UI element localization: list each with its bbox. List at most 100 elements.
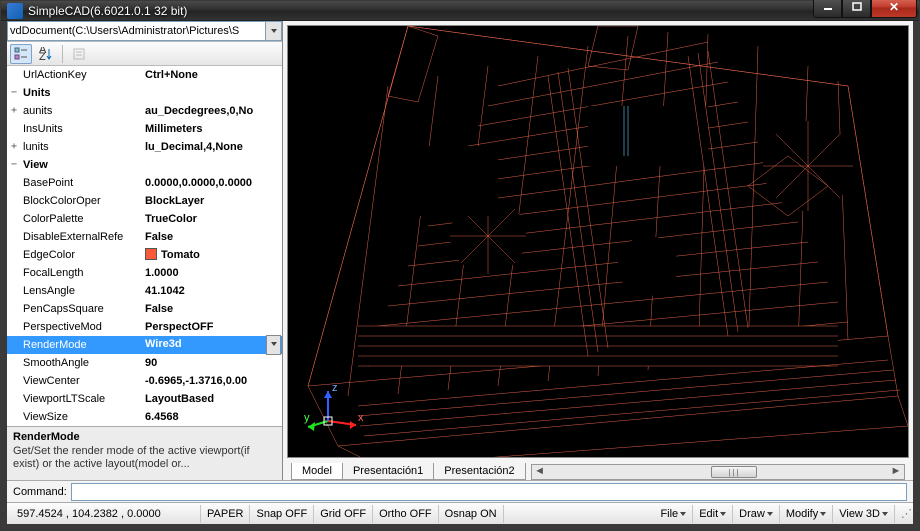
menu-file[interactable]: File: [654, 505, 693, 523]
menu-modify[interactable]: Modify: [780, 505, 833, 523]
property-value[interactable]: au_Decdegrees,0,No: [143, 102, 282, 120]
property-name: ColorPalette: [21, 210, 143, 228]
resize-grip-icon[interactable]: ⋰: [895, 505, 909, 523]
property-name: EdgeColor: [21, 246, 143, 264]
property-help: RenderMode Get/Set the render mode of th…: [7, 426, 282, 480]
property-name: lunits: [21, 138, 143, 156]
property-value[interactable]: -0.6965,-1.3716,0.00: [143, 372, 282, 390]
expand-toggle-icon[interactable]: −: [7, 84, 21, 102]
menu-view3d[interactable]: View 3D: [833, 505, 895, 523]
property-name: PenCapsSquare: [21, 300, 143, 318]
menu-label: Edit: [699, 505, 718, 523]
property-value[interactable]: 90: [143, 354, 282, 372]
app-icon: [7, 3, 23, 19]
property-row[interactable]: BlockColorOperBlockLayer: [7, 192, 282, 210]
title-bar[interactable]: SimpleCAD(6.6021.0.1 32 bit) ✕: [1, 1, 919, 21]
expand-toggle-icon[interactable]: −: [7, 156, 21, 174]
property-row[interactable]: DisableExternalRefeFalse: [7, 228, 282, 246]
status-bar: 597.4524 , 104.2382 , 0.0000 PAPERSnap O…: [7, 502, 913, 524]
property-value[interactable]: 41.1042: [143, 282, 282, 300]
property-row[interactable]: ViewSize6.4568: [7, 408, 282, 426]
status-toggle[interactable]: Snap OFF: [250, 505, 314, 523]
status-toggle[interactable]: Grid OFF: [314, 505, 373, 523]
property-row[interactable]: +aunitsau_Decdegrees,0,No: [7, 102, 282, 120]
expand-toggle-icon[interactable]: +: [7, 102, 21, 120]
property-name: View: [21, 156, 143, 174]
menu-edit[interactable]: Edit: [693, 505, 733, 523]
property-value[interactable]: Wire3d: [143, 335, 282, 355]
command-label: Command:: [13, 486, 67, 498]
axis-triad-icon: x y z: [304, 381, 364, 441]
menu-label: File: [660, 505, 678, 523]
property-row[interactable]: −View: [7, 156, 282, 174]
property-name: LensAngle: [21, 282, 143, 300]
menu-label: Draw: [739, 505, 765, 523]
property-row[interactable]: −Units: [7, 84, 282, 102]
property-grid[interactable]: UrlActionKeyCtrl+None−Units+aunitsau_Dec…: [7, 66, 282, 426]
property-row[interactable]: ViewportLTScaleLayoutBased: [7, 390, 282, 408]
layout-tab[interactable]: Presentación1: [342, 463, 434, 480]
property-row[interactable]: ColorPaletteTrueColor: [7, 210, 282, 228]
property-row[interactable]: LensAngle41.1042: [7, 282, 282, 300]
status-toggle[interactable]: Osnap ON: [439, 505, 504, 523]
property-row[interactable]: UrlActionKeyCtrl+None: [7, 66, 282, 84]
svg-text:x: x: [358, 412, 364, 424]
layout-tab[interactable]: Model: [291, 463, 343, 480]
property-value[interactable]: 0.0000,0.0000,0.0000: [143, 174, 282, 192]
property-row[interactable]: ViewCenter-0.6965,-1.3716,0.00: [7, 372, 282, 390]
document-selector[interactable]: [7, 21, 282, 42]
property-row[interactable]: PerspectiveModPerspectOFF: [7, 318, 282, 336]
alphabetical-button[interactable]: AZ: [35, 44, 57, 64]
property-value[interactable]: Tomato: [143, 246, 282, 264]
property-row[interactable]: InsUnitsMillimeters: [7, 120, 282, 138]
command-line: Command:: [7, 480, 913, 502]
dropdown-icon[interactable]: [266, 335, 281, 355]
property-value[interactable]: 1.0000: [143, 264, 282, 282]
property-value[interactable]: lu_Decimal,4,None: [143, 138, 282, 156]
status-toggle[interactable]: PAPER: [201, 505, 250, 523]
property-row[interactable]: +lunitslu_Decimal,4,None: [7, 138, 282, 156]
property-pages-button[interactable]: [68, 44, 90, 64]
layout-tab[interactable]: Presentación2: [433, 463, 525, 480]
chevron-down-icon: [767, 512, 773, 516]
document-dropdown-icon[interactable]: [266, 21, 282, 41]
document-path-input[interactable]: [7, 21, 266, 41]
menu-label: View 3D: [839, 505, 880, 523]
property-row[interactable]: BasePoint0.0000,0.0000,0.0000: [7, 174, 282, 192]
property-value[interactable]: 6.4568: [143, 408, 282, 426]
maximize-button[interactable]: [842, 0, 871, 18]
property-row[interactable]: SmoothAngle90: [7, 354, 282, 372]
property-value[interactable]: False: [143, 228, 282, 246]
property-name: SmoothAngle: [21, 354, 143, 372]
scrollbar-thumb[interactable]: |||: [711, 466, 757, 478]
property-value[interactable]: Ctrl+None: [143, 66, 282, 84]
property-value[interactable]: PerspectOFF: [143, 318, 282, 336]
menu-draw[interactable]: Draw: [733, 505, 780, 523]
property-value[interactable]: LayoutBased: [143, 390, 282, 408]
status-coords: 597.4524 , 104.2382 , 0.0000: [11, 505, 201, 523]
categorized-button[interactable]: [10, 44, 32, 64]
property-row[interactable]: RenderModeWire3d: [7, 336, 282, 354]
property-value[interactable]: False: [143, 300, 282, 318]
command-input[interactable]: [71, 483, 907, 501]
viewport-3d[interactable]: x y z: [287, 25, 909, 458]
horizontal-scrollbar[interactable]: ◄ ||| ►: [531, 464, 905, 480]
svg-text:Z: Z: [39, 51, 46, 61]
property-value[interactable]: Millimeters: [143, 120, 282, 138]
property-row[interactable]: FocalLength1.0000: [7, 264, 282, 282]
close-button[interactable]: ✕: [871, 0, 917, 18]
property-value[interactable]: BlockLayer: [143, 192, 282, 210]
property-row[interactable]: PenCapsSquareFalse: [7, 300, 282, 318]
property-name: ViewportLTScale: [21, 390, 143, 408]
property-name: UrlActionKey: [21, 66, 143, 84]
property-value[interactable]: TrueColor: [143, 210, 282, 228]
property-panel: AZ UrlActionKeyCtrl+None−Units+aunitsau_…: [7, 21, 283, 480]
status-toggle[interactable]: Ortho OFF: [373, 505, 439, 523]
expand-toggle-icon[interactable]: +: [7, 138, 21, 156]
wireframe-model: [288, 26, 908, 458]
minimize-button[interactable]: [813, 0, 842, 18]
scroll-left-icon[interactable]: ◄: [532, 465, 548, 479]
window-title: SimpleCAD(6.6021.0.1 32 bit): [28, 4, 813, 18]
property-row[interactable]: EdgeColorTomato: [7, 246, 282, 264]
scroll-right-icon[interactable]: ►: [888, 465, 904, 479]
